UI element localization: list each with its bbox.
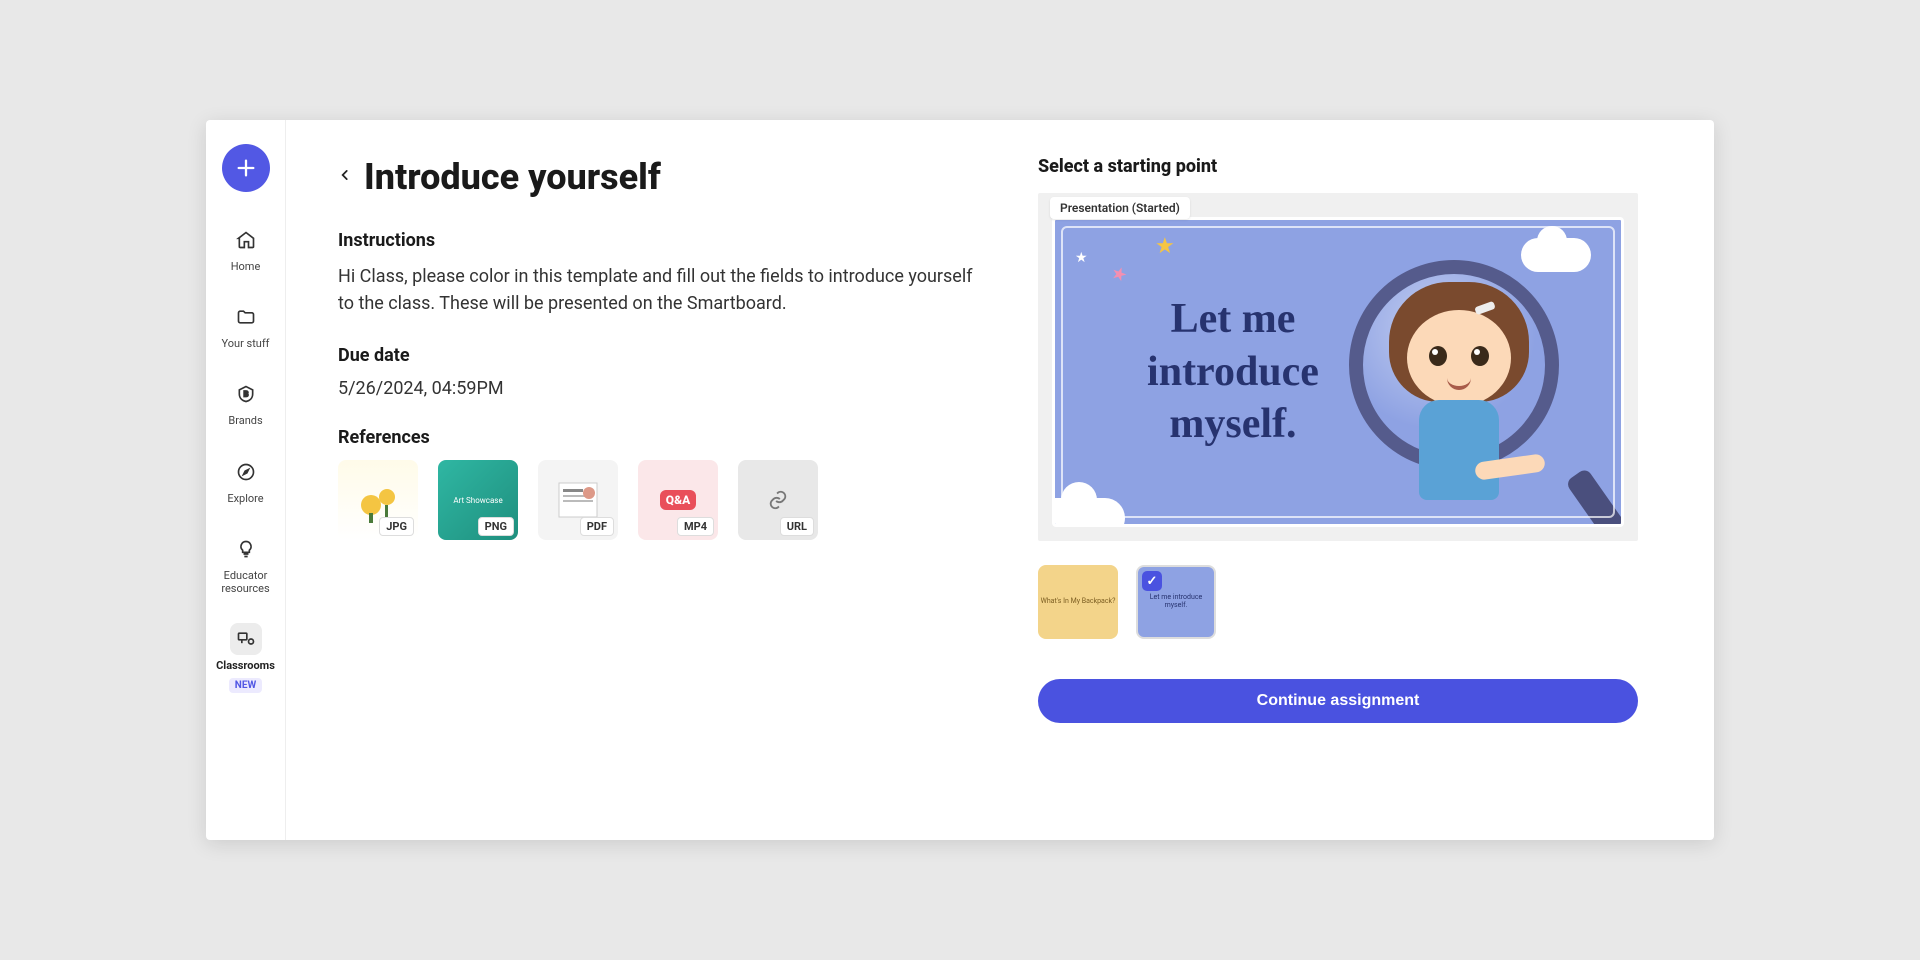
link-icon <box>767 489 789 511</box>
back-button[interactable] <box>338 165 352 190</box>
due-date-heading: Due date <box>338 345 978 366</box>
instructions-body: Hi Class, please color in this template … <box>338 263 978 317</box>
starting-point-heading: Select a starting point <box>1038 156 1638 177</box>
sidebar-item-brands[interactable]: B Brands <box>210 374 282 431</box>
lightbulb-icon <box>236 539 256 559</box>
sidebar-item-your-stuff[interactable]: Your stuff <box>210 297 282 354</box>
sidebar-item-label: Brands <box>228 414 262 427</box>
reference-caption: Art Showcase <box>449 492 506 509</box>
sidebar-item-classrooms[interactable]: Classrooms NEW <box>210 619 282 697</box>
star-decoration-icon: ★ <box>1075 250 1088 266</box>
due-date-value: 5/26/2024, 04:59PM <box>338 378 978 399</box>
sidebar-item-home[interactable]: Home <box>210 220 282 277</box>
star-decoration-icon: ★ <box>1155 234 1175 259</box>
selected-check-icon: ✓ <box>1142 571 1162 591</box>
template-status-tag: Presentation (Started) <box>1050 197 1190 219</box>
new-badge: NEW <box>229 678 262 693</box>
template-preview-text: Let me introduce myself. <box>1103 293 1363 451</box>
instructions-heading: Instructions <box>338 230 978 251</box>
reference-item-mp4[interactable]: Q&A MP4 <box>638 460 718 540</box>
sidebar-item-label: Classrooms <box>216 659 275 672</box>
file-type-badge: MP4 <box>677 517 714 536</box>
star-decoration-icon: ★ <box>1108 262 1130 287</box>
file-type-badge: PDF <box>580 517 614 536</box>
references-heading: References <box>338 427 978 448</box>
assignment-details: Introduce yourself Instructions Hi Class… <box>338 156 978 820</box>
main-content: Introduce yourself Instructions Hi Class… <box>286 120 1714 840</box>
template-canvas: ★ ★ ★ Let me introduce myself. <box>1052 217 1624 527</box>
template-preview[interactable]: Presentation (Started) ★ ★ ★ Let me intr… <box>1038 193 1638 541</box>
template-thumbnail-selected[interactable]: ✓ Let me introduce myself. <box>1136 565 1216 639</box>
file-type-badge: PNG <box>478 517 514 536</box>
app-window: Home Your stuff B Brands Explore Educato… <box>206 120 1714 840</box>
reference-item-png[interactable]: Art Showcase PNG <box>438 460 518 540</box>
page-title: Introduce yourself <box>364 156 661 198</box>
reference-item-jpg[interactable]: JPG <box>338 460 418 540</box>
sidebar-item-label: Explore <box>227 492 263 505</box>
continue-assignment-button[interactable]: Continue assignment <box>1038 679 1638 723</box>
template-thumbnail[interactable]: What's In My Backpack? <box>1038 565 1118 639</box>
compass-icon <box>236 462 256 482</box>
thumbnail-label: Let me introduce myself. <box>1138 594 1214 609</box>
thumbnail-label: What's In My Backpack? <box>1041 598 1116 606</box>
file-type-badge: JPG <box>379 517 414 536</box>
sidebar-item-label: Educator resources <box>212 569 280 595</box>
sidebar: Home Your stuff B Brands Explore Educato… <box>206 120 286 840</box>
sidebar-item-educator[interactable]: Educator resources <box>210 529 282 599</box>
home-icon <box>236 230 256 250</box>
starting-point-panel: Select a starting point Presentation (St… <box>1038 156 1638 820</box>
girl-illustration <box>1343 254 1603 514</box>
create-button[interactable] <box>222 144 270 192</box>
chevron-left-icon <box>338 165 352 185</box>
cloud-decoration-icon <box>1052 498 1125 527</box>
template-thumbnails: What's In My Backpack? ✓ Let me introduc… <box>1038 565 1638 639</box>
references-list: JPG Art Showcase PNG PDF Q&A MP4 URL <box>338 460 978 540</box>
sidebar-item-label: Your stuff <box>221 337 269 350</box>
brand-icon: B <box>236 384 256 404</box>
reference-item-url[interactable]: URL <box>738 460 818 540</box>
svg-text:B: B <box>243 390 248 399</box>
reference-caption: Q&A <box>660 490 696 510</box>
plus-icon <box>235 157 257 179</box>
reference-item-pdf[interactable]: PDF <box>538 460 618 540</box>
sidebar-item-explore[interactable]: Explore <box>210 452 282 509</box>
file-type-badge: URL <box>780 517 814 536</box>
classroom-icon <box>236 629 256 649</box>
folder-icon <box>236 307 256 327</box>
sidebar-item-label: Home <box>231 260 261 273</box>
